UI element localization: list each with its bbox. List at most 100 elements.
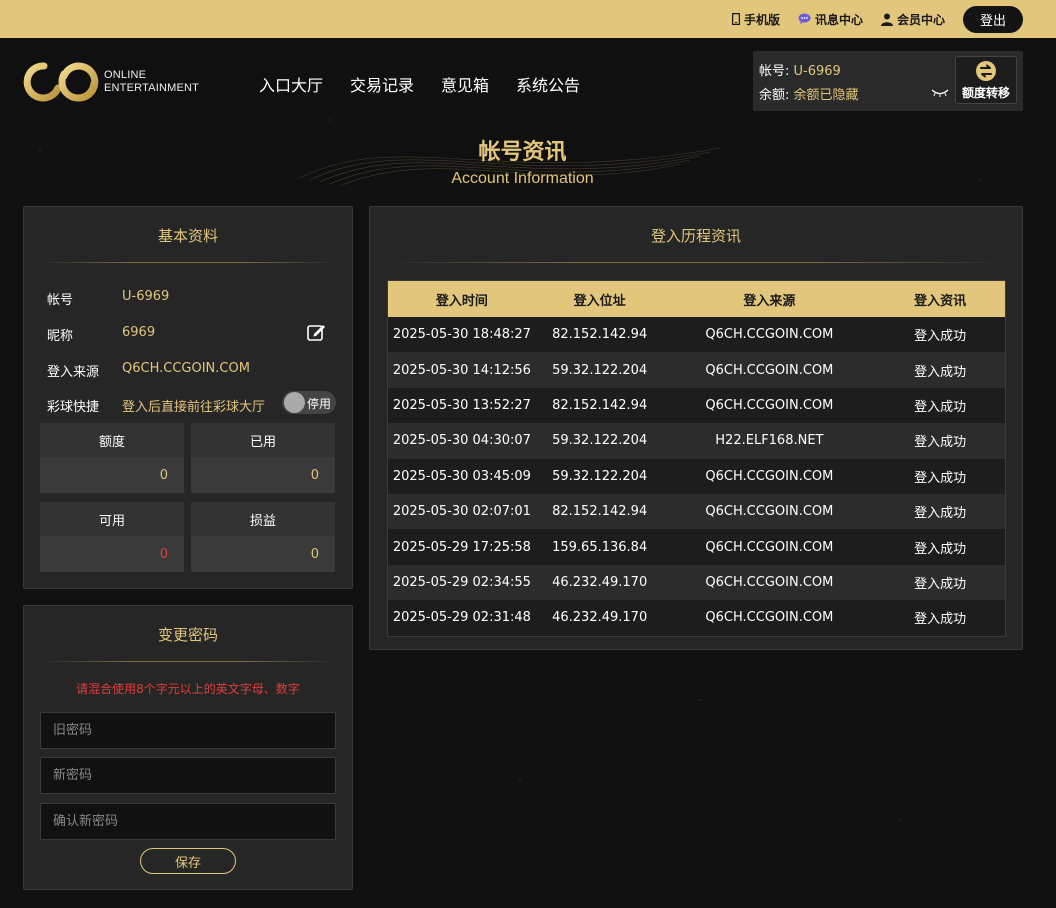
- logo-line2: ENTERTAINMENT: [104, 82, 200, 94]
- table-cell: 登入成功: [914, 470, 967, 486]
- table-cell: 59.32.122.204: [552, 433, 648, 449]
- table-cell: 登入成功: [914, 506, 967, 522]
- table-header: 登入时间 登入位址 登入来源 登入资讯: [388, 281, 1005, 317]
- logo-line1: ONLINE: [104, 69, 147, 81]
- account-value: U-6969: [793, 64, 841, 79]
- top-bar: 手机版 讯息中心 会员中心 登出: [0, 0, 1056, 38]
- logo-icon: [23, 62, 99, 102]
- member-center-link[interactable]: 会员中心: [880, 11, 945, 28]
- table-row: 2025-05-30 04:30:07 59.32.122.204 H22.ELF1…: [388, 423, 1005, 459]
- nav-lobby[interactable]: 入口大厅: [259, 72, 323, 96]
- column-header: 登入来源: [743, 293, 796, 309]
- transfer-icon: [976, 60, 996, 81]
- table-cell: H22.ELF168.NET: [715, 433, 824, 449]
- table-cell: Q6CH.CCGOIN.COM: [705, 504, 834, 520]
- table-cell: 159.65.136.84: [552, 539, 648, 555]
- table-row: 2025-05-30 14:12:56 59.32.122.204 Q6CH.CCG…: [388, 352, 1005, 388]
- table-cell: Q6CH.CCGOIN.COM: [705, 468, 834, 484]
- table-cell: Q6CH.CCGOIN.COM: [705, 574, 834, 590]
- table-cell: 82.152.142.94: [552, 504, 648, 520]
- column-header: 登入时间: [435, 293, 488, 309]
- stat-value: 0: [159, 546, 168, 562]
- table-cell: 59.32.122.204: [552, 468, 648, 484]
- table-cell: Q6CH.CCGOIN.COM: [705, 610, 834, 626]
- nav-feedback[interactable]: 意见箱: [441, 72, 489, 96]
- table-cell: Q6CH.CCGOIN.COM: [705, 539, 834, 555]
- table-cell: 登入成功: [914, 329, 967, 345]
- info-label: 登入来源: [47, 365, 100, 380]
- stat-label: 损益: [191, 502, 335, 536]
- nav-announcements[interactable]: 系统公告: [516, 72, 580, 96]
- table-row: 2025-05-30 18:48:27 82.152.142.94 Q6CH.CCG…: [388, 317, 1005, 353]
- lottery-shortcut-toggle[interactable]: 停用: [282, 391, 336, 414]
- table-cell: 2025-05-30 02:07:01: [392, 504, 531, 520]
- save-button[interactable]: 保存: [140, 848, 236, 874]
- chat-icon: [798, 13, 811, 24]
- header: ONLINE ENTERTAINMENT 入口大厅 交易记录 意见箱 系统公告 …: [0, 38, 1056, 128]
- table-cell: 2025-05-29 02:31:48: [392, 610, 531, 626]
- table-body: 2025-05-30 18:48:27 82.152.142.94 Q6CH.CCG…: [388, 317, 1005, 636]
- stat-value: 0: [310, 467, 319, 483]
- info-row-nickname: 昵称 6969: [47, 325, 155, 344]
- eye-closed-icon[interactable]: [931, 89, 949, 97]
- table-cell: Q6CH.CCGOIN.COM: [705, 362, 834, 378]
- basic-info-panel: 基本资料 帐号 U-6969 昵称 6969 登入来源 Q6CH.CCGOIN.…: [23, 206, 353, 589]
- stat-value: 0: [310, 546, 319, 562]
- column-header: 登入位址: [573, 293, 626, 309]
- edit-icon[interactable]: [307, 323, 327, 341]
- info-value: U-6969: [122, 289, 170, 304]
- info-row-account: 帐号 U-6969: [47, 289, 169, 308]
- stat-label: 额度: [40, 423, 184, 457]
- messages-link[interactable]: 讯息中心: [798, 11, 863, 28]
- transfer-button[interactable]: 额度转移: [955, 56, 1017, 104]
- table-cell: Q6CH.CCGOIN.COM: [705, 397, 834, 413]
- main-nav: 入口大厅 交易记录 意见箱 系统公告: [259, 72, 580, 96]
- table-row: 2025-05-29 17:25:58 159.65.136.84 Q6CH.CCG…: [388, 529, 1005, 565]
- change-password-title: 变更密码: [24, 606, 352, 662]
- login-history-table: 登入时间 登入位址 登入来源 登入资讯 2025-05-30 18:48:27 8…: [387, 280, 1006, 637]
- balance-value: 余额已隐藏: [793, 88, 859, 103]
- table-cell: 82.152.142.94: [552, 397, 648, 413]
- user-icon: [880, 13, 893, 26]
- change-password-panel: 变更密码 请混合使用8个字元以上的英文字母、数字 保存: [23, 605, 353, 890]
- logo-text: ONLINE ENTERTAINMENT: [104, 69, 199, 95]
- table-row: 2025-05-29 02:31:48 46.232.49.170 Q6CH.CCG…: [388, 600, 1005, 636]
- info-label: 彩球快捷: [47, 400, 100, 415]
- messages-label: 讯息中心: [814, 12, 863, 27]
- table-cell: 登入成功: [914, 576, 967, 592]
- table-cell: 登入成功: [914, 612, 967, 628]
- toggle-label: 停用: [307, 397, 332, 411]
- table-cell: 46.232.49.170: [552, 610, 648, 626]
- table-row: 2025-05-30 02:07:01 82.152.142.94 Q6CH.CCG…: [388, 493, 1005, 530]
- table-cell: 59.32.122.204: [552, 362, 648, 378]
- mobile-icon: [731, 13, 740, 25]
- column-header: 登入资讯: [914, 293, 967, 309]
- balance-row: 余额: 余额已隐藏: [759, 84, 859, 103]
- table-cell: 2025-05-30 14:12:56: [392, 362, 531, 378]
- new-password-input[interactable]: [40, 757, 336, 794]
- login-history-panel: 登入历程资讯 登入时间 登入位址 登入来源 登入资讯 2025-05-30 18…: [369, 206, 1023, 650]
- table-cell: 46.232.49.170: [552, 574, 648, 590]
- stat-available: 可用 0: [40, 502, 184, 572]
- info-label: 昵称: [47, 329, 74, 344]
- mobile-link[interactable]: 手机版: [731, 11, 780, 28]
- table-cell: 登入成功: [914, 399, 967, 415]
- stat-credit: 额度 0: [40, 423, 184, 493]
- info-row-login-source: 登入来源 Q6CH.CCGOIN.COM: [47, 361, 250, 380]
- confirm-password-input[interactable]: [40, 803, 336, 840]
- stat-profit-loss: 损益 0: [191, 502, 335, 572]
- table-cell: 登入成功: [914, 435, 967, 451]
- logo[interactable]: ONLINE ENTERTAINMENT: [22, 60, 199, 104]
- stat-label: 已用: [191, 423, 335, 457]
- old-password-input[interactable]: [40, 712, 336, 749]
- table-cell: 登入成功: [914, 364, 967, 380]
- logout-button[interactable]: 登出: [963, 5, 1023, 33]
- table-cell: Q6CH.CCGOIN.COM: [705, 327, 834, 343]
- table-cell: 2025-05-29 17:25:58: [392, 539, 531, 555]
- password-hint: 请混合使用8个字元以上的英文字母、数字: [76, 682, 300, 696]
- member-label: 会员中心: [896, 12, 945, 27]
- mobile-label: 手机版: [743, 12, 780, 27]
- transfer-label: 额度转移: [961, 85, 1010, 100]
- stat-used: 已用 0: [191, 423, 335, 493]
- nav-transactions[interactable]: 交易记录: [350, 72, 414, 96]
